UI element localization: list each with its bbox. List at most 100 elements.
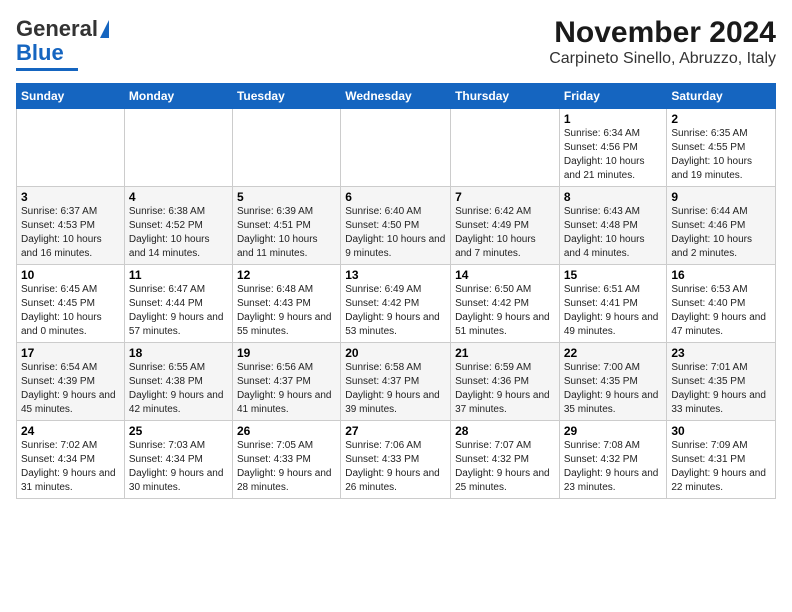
day-number: 13 [345,268,446,282]
calendar-cell: 14Sunrise: 6:50 AMSunset: 4:42 PMDayligh… [451,265,560,343]
day-info: Sunrise: 6:39 AMSunset: 4:51 PMDaylight:… [237,205,336,261]
calendar-cell [451,109,560,187]
calendar-cell: 28Sunrise: 7:07 AMSunset: 4:32 PMDayligh… [451,421,560,499]
day-info: Sunrise: 7:08 AMSunset: 4:32 PMDaylight:… [564,439,663,495]
day-number: 17 [21,346,120,360]
day-number: 1 [564,112,663,126]
day-info: Sunrise: 7:09 AMSunset: 4:31 PMDaylight:… [671,439,771,495]
calendar-cell: 24Sunrise: 7:02 AMSunset: 4:34 PMDayligh… [17,421,125,499]
calendar-cell: 26Sunrise: 7:05 AMSunset: 4:33 PMDayligh… [232,421,340,499]
calendar-cell: 13Sunrise: 6:49 AMSunset: 4:42 PMDayligh… [341,265,451,343]
day-number: 12 [237,268,336,282]
calendar-subtitle: Carpineto Sinello, Abruzzo, Italy [549,50,776,68]
day-info: Sunrise: 7:05 AMSunset: 4:33 PMDaylight:… [237,439,336,495]
day-info: Sunrise: 6:59 AMSunset: 4:36 PMDaylight:… [455,361,555,417]
logo-blue: Blue [16,40,64,66]
logo-general: General [16,16,98,42]
day-number: 21 [455,346,555,360]
calendar-cell: 10Sunrise: 6:45 AMSunset: 4:45 PMDayligh… [17,265,125,343]
day-number: 28 [455,424,555,438]
calendar-cell: 23Sunrise: 7:01 AMSunset: 4:35 PMDayligh… [667,343,776,421]
day-info: Sunrise: 6:47 AMSunset: 4:44 PMDaylight:… [129,283,228,339]
day-header-wednesday: Wednesday [341,84,451,109]
calendar-week-row: 3Sunrise: 6:37 AMSunset: 4:53 PMDaylight… [17,187,776,265]
day-number: 30 [671,424,771,438]
calendar-cell [124,109,232,187]
day-info: Sunrise: 6:53 AMSunset: 4:40 PMDaylight:… [671,283,771,339]
day-info: Sunrise: 6:50 AMSunset: 4:42 PMDaylight:… [455,283,555,339]
day-number: 9 [671,190,771,204]
calendar-cell: 22Sunrise: 7:00 AMSunset: 4:35 PMDayligh… [559,343,667,421]
calendar-cell: 25Sunrise: 7:03 AMSunset: 4:34 PMDayligh… [124,421,232,499]
day-number: 20 [345,346,446,360]
day-number: 3 [21,190,120,204]
day-number: 23 [671,346,771,360]
calendar-week-row: 24Sunrise: 7:02 AMSunset: 4:34 PMDayligh… [17,421,776,499]
day-header-monday: Monday [124,84,232,109]
calendar-cell: 17Sunrise: 6:54 AMSunset: 4:39 PMDayligh… [17,343,125,421]
day-header-thursday: Thursday [451,84,560,109]
calendar-cell: 4Sunrise: 6:38 AMSunset: 4:52 PMDaylight… [124,187,232,265]
day-info: Sunrise: 6:54 AMSunset: 4:39 PMDaylight:… [21,361,120,417]
day-info: Sunrise: 6:55 AMSunset: 4:38 PMDaylight:… [129,361,228,417]
day-number: 4 [129,190,228,204]
calendar-cell: 1Sunrise: 6:34 AMSunset: 4:56 PMDaylight… [559,109,667,187]
calendar-cell: 5Sunrise: 6:39 AMSunset: 4:51 PMDaylight… [232,187,340,265]
calendar-cell: 27Sunrise: 7:06 AMSunset: 4:33 PMDayligh… [341,421,451,499]
day-number: 24 [21,424,120,438]
calendar-cell: 19Sunrise: 6:56 AMSunset: 4:37 PMDayligh… [232,343,340,421]
calendar-cell: 18Sunrise: 6:55 AMSunset: 4:38 PMDayligh… [124,343,232,421]
calendar-cell: 29Sunrise: 7:08 AMSunset: 4:32 PMDayligh… [559,421,667,499]
day-number: 10 [21,268,120,282]
day-info: Sunrise: 6:44 AMSunset: 4:46 PMDaylight:… [671,205,771,261]
calendar-table: SundayMondayTuesdayWednesdayThursdayFrid… [16,83,776,499]
calendar-cell [341,109,451,187]
calendar-week-row: 1Sunrise: 6:34 AMSunset: 4:56 PMDaylight… [17,109,776,187]
calendar-cell: 7Sunrise: 6:42 AMSunset: 4:49 PMDaylight… [451,187,560,265]
calendar-week-row: 10Sunrise: 6:45 AMSunset: 4:45 PMDayligh… [17,265,776,343]
day-info: Sunrise: 6:42 AMSunset: 4:49 PMDaylight:… [455,205,555,261]
day-number: 18 [129,346,228,360]
day-header-sunday: Sunday [17,84,125,109]
day-number: 27 [345,424,446,438]
calendar-cell: 6Sunrise: 6:40 AMSunset: 4:50 PMDaylight… [341,187,451,265]
logo: General Blue [16,16,109,71]
day-info: Sunrise: 7:03 AMSunset: 4:34 PMDaylight:… [129,439,228,495]
day-info: Sunrise: 7:02 AMSunset: 4:34 PMDaylight:… [21,439,120,495]
calendar-cell [17,109,125,187]
calendar-cell: 21Sunrise: 6:59 AMSunset: 4:36 PMDayligh… [451,343,560,421]
calendar-cell: 16Sunrise: 6:53 AMSunset: 4:40 PMDayligh… [667,265,776,343]
day-number: 8 [564,190,663,204]
day-number: 26 [237,424,336,438]
day-info: Sunrise: 7:00 AMSunset: 4:35 PMDaylight:… [564,361,663,417]
day-number: 22 [564,346,663,360]
title-block: November 2024 Carpineto Sinello, Abruzzo… [549,16,776,68]
day-header-friday: Friday [559,84,667,109]
calendar-header-row: SundayMondayTuesdayWednesdayThursdayFrid… [17,84,776,109]
day-number: 6 [345,190,446,204]
day-number: 29 [564,424,663,438]
day-info: Sunrise: 7:07 AMSunset: 4:32 PMDaylight:… [455,439,555,495]
calendar-cell: 3Sunrise: 6:37 AMSunset: 4:53 PMDaylight… [17,187,125,265]
day-info: Sunrise: 7:06 AMSunset: 4:33 PMDaylight:… [345,439,446,495]
day-header-saturday: Saturday [667,84,776,109]
calendar-cell: 9Sunrise: 6:44 AMSunset: 4:46 PMDaylight… [667,187,776,265]
calendar-cell: 8Sunrise: 6:43 AMSunset: 4:48 PMDaylight… [559,187,667,265]
calendar-cell [232,109,340,187]
day-number: 16 [671,268,771,282]
calendar-cell: 2Sunrise: 6:35 AMSunset: 4:55 PMDaylight… [667,109,776,187]
day-number: 11 [129,268,228,282]
day-number: 5 [237,190,336,204]
day-info: Sunrise: 6:45 AMSunset: 4:45 PMDaylight:… [21,283,120,339]
page-header: General Blue November 2024 Carpineto Sin… [16,16,776,71]
day-info: Sunrise: 6:37 AMSunset: 4:53 PMDaylight:… [21,205,120,261]
calendar-week-row: 17Sunrise: 6:54 AMSunset: 4:39 PMDayligh… [17,343,776,421]
logo-triangle-icon [100,20,109,38]
calendar-cell: 20Sunrise: 6:58 AMSunset: 4:37 PMDayligh… [341,343,451,421]
day-info: Sunrise: 6:48 AMSunset: 4:43 PMDaylight:… [237,283,336,339]
day-info: Sunrise: 6:58 AMSunset: 4:37 PMDaylight:… [345,361,446,417]
day-info: Sunrise: 6:38 AMSunset: 4:52 PMDaylight:… [129,205,228,261]
calendar-cell: 15Sunrise: 6:51 AMSunset: 4:41 PMDayligh… [559,265,667,343]
day-number: 14 [455,268,555,282]
calendar-cell: 11Sunrise: 6:47 AMSunset: 4:44 PMDayligh… [124,265,232,343]
